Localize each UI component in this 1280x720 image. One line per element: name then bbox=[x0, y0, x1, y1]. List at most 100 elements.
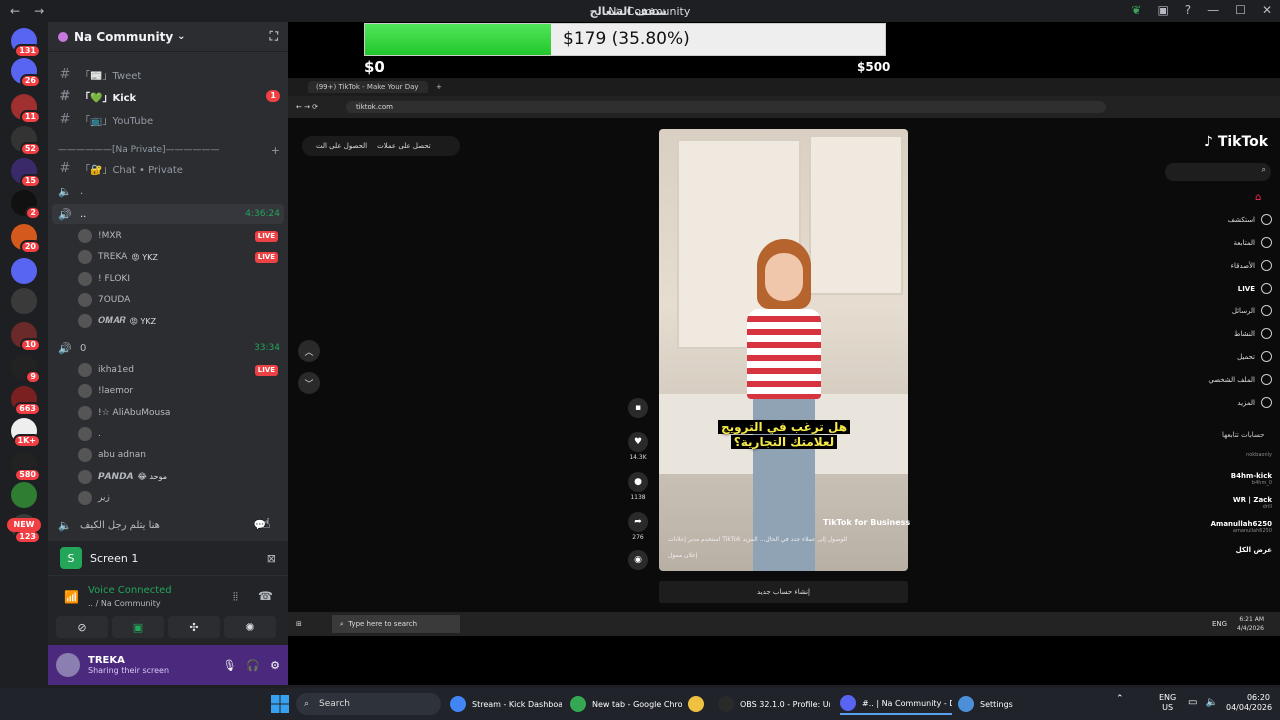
voice-user[interactable]: زير bbox=[78, 488, 278, 508]
voice-user[interactable]: 7OUDA bbox=[78, 290, 278, 310]
server-icon[interactable]: 2 bbox=[11, 190, 41, 220]
category-private[interactable]: ——————[Na Private]—————— + bbox=[58, 142, 280, 158]
tiktok-nav-item[interactable]: تحميل bbox=[1180, 351, 1272, 362]
channel-chat-private[interactable]: # 「🔐」Chat • Private bbox=[56, 158, 280, 178]
headphones-icon[interactable]: 🎧 bbox=[246, 659, 260, 672]
voice-user[interactable]: !☆ AliAbuMousa bbox=[78, 403, 278, 423]
voice-channel-dot[interactable]: 🔈 . bbox=[52, 181, 284, 201]
settings-gear-icon[interactable]: ⚙ bbox=[270, 659, 280, 672]
inbox-icon[interactable]: ▣ bbox=[1157, 3, 1168, 17]
voice-user[interactable]: . bbox=[78, 424, 278, 444]
server-icon[interactable]: 9 bbox=[11, 354, 41, 384]
server-icon[interactable]: 1K+ bbox=[11, 418, 41, 448]
next-video-button[interactable]: ﹀ bbox=[298, 372, 320, 394]
close-icon[interactable]: ✕ bbox=[1262, 3, 1272, 17]
server-icon[interactable]: 26 bbox=[11, 58, 41, 88]
activities-button[interactable]: ✣ bbox=[168, 616, 220, 638]
channel-kick[interactable]: # 「💚」Kick 1 bbox=[56, 86, 280, 106]
network-icon[interactable]: ▭ bbox=[1188, 697, 1197, 708]
like-button[interactable]: ♥ 14.3K bbox=[627, 432, 649, 461]
tiktok-nav-item[interactable]: LIVE bbox=[1180, 283, 1272, 294]
voice-user[interactable]: ikha1ed LIVE bbox=[78, 360, 278, 380]
microphone-icon[interactable]: 🎙 bbox=[222, 659, 236, 672]
server-icon[interactable]: 131 bbox=[11, 28, 41, 58]
server-icon[interactable] bbox=[11, 258, 37, 284]
voice-user[interactable]: !laemor bbox=[78, 381, 278, 401]
help-icon[interactable]: ? bbox=[1185, 3, 1191, 17]
language-indicator[interactable]: ENG US bbox=[1159, 693, 1176, 713]
nav-arrows-icon[interactable]: ← → ⟳ bbox=[296, 103, 318, 111]
following-account[interactable]: nokbaonly bbox=[1180, 452, 1272, 458]
following-account[interactable]: عرض الكل bbox=[1180, 546, 1272, 554]
tiktok-nav-item[interactable]: الرسائل bbox=[1180, 305, 1272, 316]
taskbar-app[interactable]: New tab - Google Chro bbox=[570, 693, 682, 715]
server-icon[interactable]: 20 bbox=[11, 224, 41, 254]
tiktok-nav-item[interactable]: الملف الشخصي bbox=[1180, 374, 1272, 385]
coins-pill[interactable]: الحصول على الت تحصل على عملات bbox=[302, 136, 460, 156]
voice-location[interactable]: .. / Na Community bbox=[88, 599, 161, 608]
following-account[interactable]: B4hm-kick b4hm_0 bbox=[1180, 472, 1272, 486]
screen-share-button[interactable]: ▣ bbox=[112, 616, 164, 638]
noise-suppression-icon[interactable]: ⦙⦙ bbox=[233, 590, 238, 604]
url-field[interactable]: tiktok.com bbox=[346, 101, 1106, 113]
new-tab-icon[interactable]: + bbox=[436, 83, 442, 91]
server-icon[interactable]: 663 bbox=[11, 386, 41, 416]
volume-icon[interactable]: 🔈 bbox=[1205, 697, 1217, 708]
home-icon[interactable]: ⌂ bbox=[1255, 192, 1261, 203]
previous-video-button[interactable]: ︿ bbox=[298, 340, 320, 362]
server-icon[interactable] bbox=[11, 288, 37, 314]
sound-button[interactable]: ◉ bbox=[627, 550, 649, 572]
voice-user[interactable]: !MXR LIVE bbox=[78, 226, 278, 246]
channel-youtube[interactable]: # 「📺」YouTube bbox=[56, 109, 280, 129]
server-icon[interactable]: 11 bbox=[11, 94, 41, 124]
add-channel-icon[interactable]: + bbox=[271, 144, 280, 157]
voice-user[interactable]: 𝑶𝑴𝑨𝑹 😡 YKZ bbox=[78, 311, 278, 331]
taskbar-app[interactable]: #.. | Na Community - Disc bbox=[840, 693, 952, 715]
voice-connected-text[interactable]: Voice Connected bbox=[88, 585, 172, 596]
tiktok-logo[interactable]: ♪ TikTok bbox=[1204, 134, 1268, 150]
tiktok-search[interactable]: ⌕ bbox=[1165, 163, 1271, 181]
server-icon[interactable]: 15 bbox=[11, 158, 41, 188]
server-icon[interactable] bbox=[11, 482, 37, 508]
video-player[interactable] bbox=[659, 129, 908, 571]
voice-user[interactable]: 𝙋𝘼𝙉𝘿𝘼 😂 موحد bbox=[78, 467, 278, 487]
taskbar-app[interactable]: Stream - Kick Dashboar bbox=[450, 693, 562, 715]
disconnect-icon[interactable]: ☎ bbox=[258, 589, 273, 603]
tiktok-nav-item[interactable]: المزيد bbox=[1180, 397, 1272, 408]
voice-user[interactable]: ! FLOKI bbox=[78, 269, 278, 289]
tiktok-nav-item[interactable]: المتابعة bbox=[1180, 237, 1272, 248]
taskbar-app[interactable]: Settings bbox=[958, 693, 1028, 715]
voice-channel-active[interactable]: 🔊 .. 4:36:24 bbox=[52, 204, 284, 224]
new-unreads-badge[interactable]: NEW bbox=[7, 518, 41, 532]
invite-icon[interactable]: ⛶ bbox=[270, 29, 278, 44]
soundboard-button[interactable]: ✺ bbox=[224, 616, 276, 638]
user-info[interactable]: TREKA Sharing their screen bbox=[88, 655, 169, 675]
tiktok-nav-item[interactable]: النشاط bbox=[1180, 328, 1272, 339]
leaf-icon[interactable]: ❦ bbox=[1131, 3, 1141, 17]
server-icon[interactable]: 10 bbox=[11, 322, 41, 352]
inner-search[interactable]: ⌕ Type here to search bbox=[331, 615, 460, 633]
guild-header[interactable]: Na Community ⌄ ⛶ bbox=[48, 22, 288, 52]
following-account[interactable]: WR | Zack drill bbox=[1180, 496, 1272, 510]
tiktok-nav-item[interactable]: الأصدقاء bbox=[1180, 260, 1272, 271]
channel-tweet[interactable]: # 「📰」Tweet bbox=[56, 64, 280, 84]
voice-user[interactable]: TREKA 😡 YKZ LIVE bbox=[78, 247, 278, 267]
creator-avatar[interactable]: ▪ bbox=[627, 398, 649, 420]
maximize-icon[interactable]: ☐ bbox=[1235, 3, 1246, 17]
chevron-up-icon[interactable]: ⌃ bbox=[1116, 694, 1124, 704]
tiktok-nav-item[interactable]: استكشف bbox=[1180, 214, 1272, 225]
camera-button[interactable]: ⊘ bbox=[56, 616, 108, 638]
taskbar-search[interactable]: ⌕ Search bbox=[296, 693, 441, 715]
signal-icon[interactable]: 📶 bbox=[64, 590, 79, 604]
share-button[interactable]: ➦ 276 bbox=[627, 512, 649, 541]
voice-channel-zero[interactable]: 🔊 0 33:34 bbox=[52, 338, 284, 358]
voice-channel-last[interactable]: 🔈 هنا يتلم رجل الكيف 💬 bbox=[52, 515, 284, 535]
taskbar-app[interactable]: OBS 32.1.0 - Profile: Unt bbox=[718, 693, 830, 715]
browser-tab[interactable]: (99+) TikTok - Make Your Day bbox=[308, 81, 428, 93]
windows-start-icon[interactable] bbox=[270, 694, 290, 714]
taskbar-app[interactable] bbox=[688, 693, 710, 715]
server-icon[interactable]: 52 bbox=[11, 126, 41, 156]
following-account[interactable]: Amanullah6250 amanullah6250 bbox=[1180, 520, 1272, 534]
server-icon[interactable]: 580 bbox=[11, 452, 41, 482]
cta-button[interactable]: إنشاء حساب جديد bbox=[659, 581, 908, 603]
